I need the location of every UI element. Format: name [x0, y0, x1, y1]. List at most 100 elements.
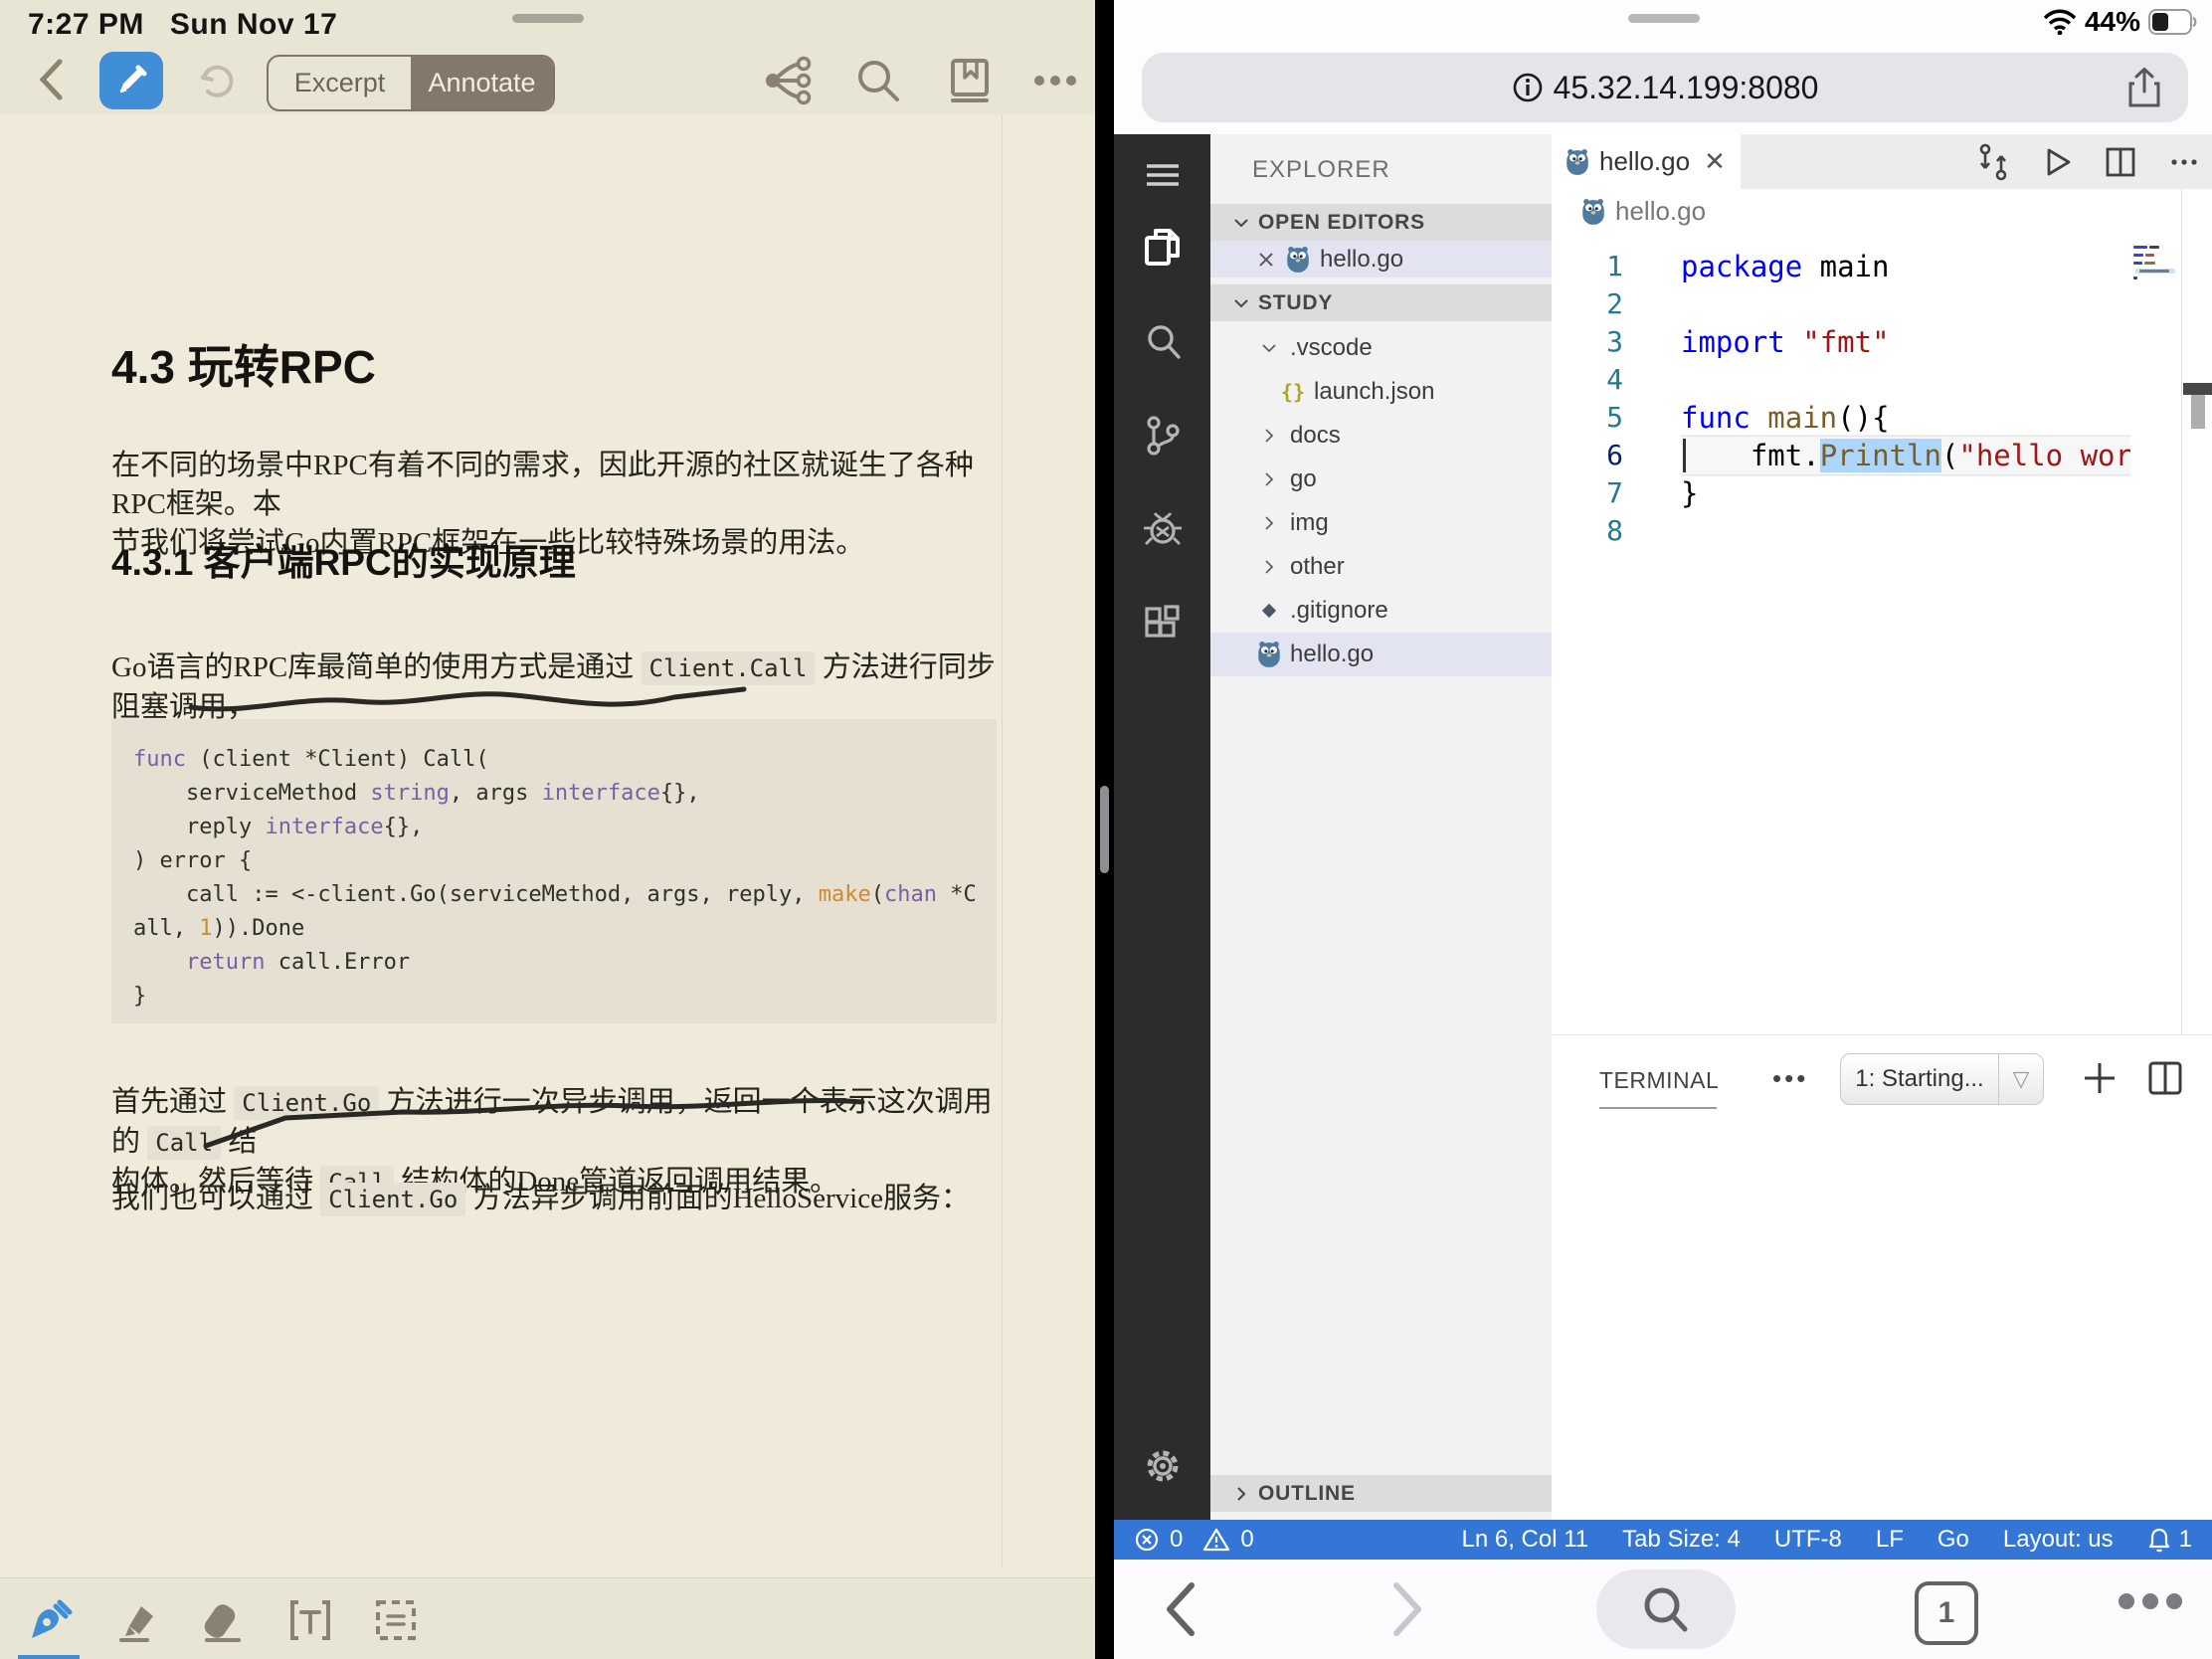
split-terminal-icon[interactable]	[2144, 1057, 2186, 1099]
highlighter-tool-icon[interactable]	[107, 1592, 163, 1648]
explorer-item-vscode[interactable]: .vscode	[1210, 326, 1552, 370]
section-heading: 4.3 玩转RPC	[111, 331, 376, 397]
more-actions-icon[interactable]	[2164, 142, 2204, 182]
battery-icon	[2148, 9, 2198, 35]
terminal-tab[interactable]: TERMINAL	[1599, 1067, 1719, 1094]
code-line[interactable]: package main	[1681, 248, 2130, 285]
source-control-icon[interactable]	[1142, 415, 1184, 457]
bookmark-book-icon[interactable]	[945, 56, 995, 105]
eraser-tool-icon[interactable]	[195, 1592, 251, 1648]
address-bar[interactable]: 45.32.14.199:8080	[1142, 53, 2188, 122]
open-editor-file-label: hello.go	[1320, 246, 1403, 274]
error-icon	[1134, 1527, 1160, 1553]
segment-annotate[interactable]: Annotate	[411, 57, 553, 109]
search-icon[interactable]	[853, 56, 903, 105]
code-line[interactable]	[1681, 512, 2130, 550]
code-lines[interactable]: package main import "fmt" func main(){ f…	[1681, 248, 2130, 550]
mindmap-icon[interactable]	[764, 56, 814, 105]
debug-icon[interactable]	[1142, 508, 1184, 550]
scrollbar-handle[interactable]	[2191, 395, 2205, 429]
browser-more-icon[interactable]	[2119, 1593, 2182, 1609]
explorer-files-icon[interactable]	[1142, 226, 1184, 268]
new-terminal-icon[interactable]	[2079, 1057, 2120, 1099]
left-app-drag-handle[interactable]	[512, 14, 584, 23]
segment-excerpt[interactable]: Excerpt	[269, 57, 411, 109]
text-box-tool-icon[interactable]	[282, 1592, 338, 1648]
menu-hamburger-icon[interactable]	[1142, 154, 1184, 196]
notifications-bell[interactable]: 1	[2147, 1526, 2192, 1554]
code-line[interactable]	[1681, 285, 2130, 323]
scrollbar-top-bar[interactable]	[2183, 383, 2212, 395]
browser-search-button[interactable]	[1596, 1569, 1736, 1649]
explorer-item-go[interactable]: go	[1210, 458, 1552, 501]
url-text: 45.32.14.199:8080	[1554, 70, 1819, 106]
terminal-more-icon[interactable]: •••	[1772, 1063, 1808, 1094]
extensions-icon[interactable]	[1142, 604, 1184, 645]
safari-bottom-toolbar: 1	[1114, 1560, 2212, 1659]
code-line[interactable]: }	[1681, 474, 2130, 512]
handwritten-underline-2	[194, 1094, 880, 1156]
chevron-down-icon	[1232, 214, 1250, 232]
outline-header[interactable]: OUTLINE	[1210, 1475, 1552, 1512]
fountain-pen-tool-icon[interactable]	[22, 1592, 78, 1648]
code-line[interactable]: func main(){	[1681, 399, 2130, 437]
open-changes-icon[interactable]	[1973, 142, 2013, 182]
explorer-item-img[interactable]: img	[1210, 501, 1552, 545]
tabs-button[interactable]: 1	[1915, 1581, 1978, 1645]
file-label: docs	[1290, 422, 1341, 450]
annotation-pen-button[interactable]	[99, 52, 163, 109]
book-code-line: func (client *Client) Call(	[133, 743, 997, 777]
open-editors-header[interactable]: OPEN EDITORS	[1210, 204, 1552, 241]
terminal-session-dropdown[interactable]: 1: Starting... ▽	[1840, 1053, 2044, 1105]
line-number-gutter: 12345678	[1552, 248, 1651, 550]
browser-back-icon[interactable]	[1162, 1579, 1198, 1639]
code-line[interactable]: import "fmt"	[1681, 323, 2130, 361]
kill-terminal-icon[interactable]	[2206, 1057, 2212, 1099]
code-line[interactable]	[1681, 361, 2130, 399]
search-sidebar-icon[interactable]	[1142, 321, 1184, 363]
minimap[interactable]	[2133, 242, 2181, 441]
run-file-icon[interactable]	[2037, 142, 2077, 182]
settings-gear-icon[interactable]	[1142, 1445, 1184, 1487]
explorer-item-other[interactable]: other	[1210, 545, 1552, 589]
code-line[interactable]: fmt.Println("hello worl	[1681, 437, 2130, 474]
terminal-panel: TERMINAL ••• 1: Starting... ▽	[1552, 1034, 2212, 1521]
explorer-item-docs[interactable]: docs	[1210, 414, 1552, 458]
json-braces-icon: {}	[1280, 380, 1306, 404]
explorer-item-launchjson[interactable]: {}launch.json	[1210, 370, 1552, 414]
close-icon[interactable]	[1256, 250, 1276, 270]
book-code-line: reply interface{},	[133, 811, 997, 844]
breadcrumb[interactable]: hello.go	[1581, 196, 1706, 227]
explorer-item-hellogo[interactable]: hello.go	[1210, 633, 1552, 676]
browser-forward-icon[interactable]	[1390, 1579, 1426, 1639]
git-diamond-icon	[1256, 601, 1282, 621]
chevron-right-icon	[1256, 470, 1282, 488]
problems-status[interactable]: 0 0	[1134, 1526, 1254, 1554]
site-info-icon[interactable]	[1512, 72, 1544, 103]
undo-icon[interactable]	[195, 60, 239, 103]
encoding[interactable]: UTF-8	[1774, 1526, 1842, 1554]
workspace-header[interactable]: STUDY	[1210, 284, 1552, 321]
active-tool-indicator	[18, 1655, 80, 1659]
excerpt-annotate-segmented-control: Excerpt Annotate	[267, 55, 555, 111]
split-view-resize-handle[interactable]	[1100, 786, 1109, 873]
right-app-drag-handle[interactable]	[1628, 14, 1700, 23]
tab-hello-go[interactable]: hello.go ✕	[1552, 134, 1741, 189]
share-icon[interactable]	[2122, 66, 2166, 109]
split-editor-icon[interactable]	[2101, 142, 2140, 182]
editor-tab-bar: hello.go ✕	[1552, 134, 2212, 189]
book-code-line: all, 1)).Done	[133, 912, 997, 946]
language-mode[interactable]: Go	[1937, 1526, 1969, 1554]
cursor-position[interactable]: Ln 6, Col 11	[1461, 1526, 1588, 1554]
more-ellipsis-icon[interactable]	[1030, 56, 1080, 105]
keyboard-layout[interactable]: Layout: us	[2003, 1526, 2114, 1554]
back-button[interactable]	[36, 58, 66, 101]
open-editor-row[interactable]: hello.go	[1210, 241, 1552, 277]
eol[interactable]: LF	[1876, 1526, 1904, 1554]
explorer-item-gitignore[interactable]: .gitignore	[1210, 589, 1552, 633]
book-code-line: call := <-client.Go(serviceMethod, args,…	[133, 878, 997, 912]
close-tab-icon[interactable]: ✕	[1704, 146, 1726, 177]
chevron-down-icon: ▽	[1999, 1066, 2043, 1092]
tab-size[interactable]: Tab Size: 4	[1622, 1526, 1741, 1554]
select-region-tool-icon[interactable]	[368, 1592, 424, 1648]
